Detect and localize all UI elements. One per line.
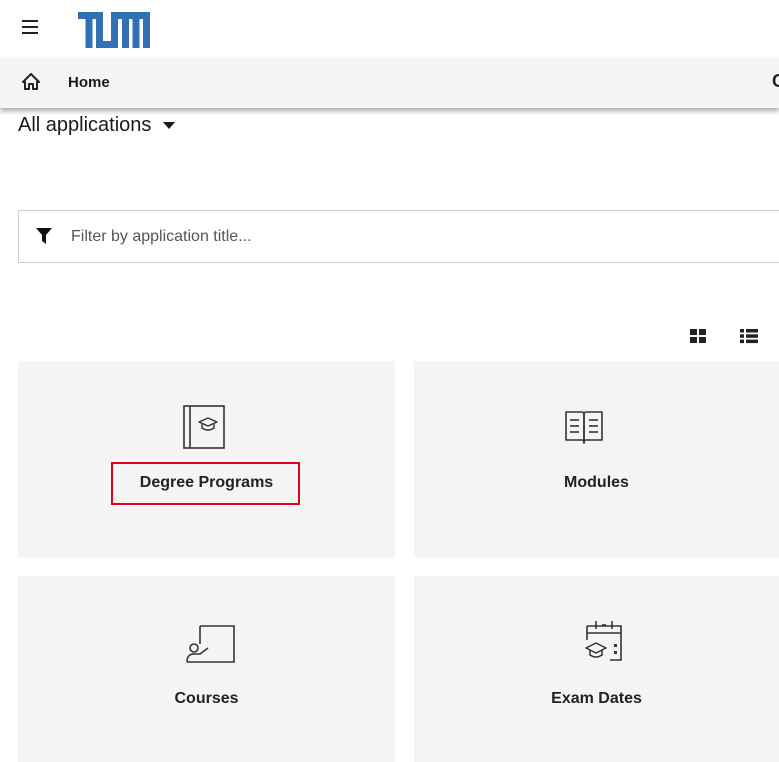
tile-exam-dates[interactable]: Exam Dates — [414, 576, 779, 762]
filter-icon — [36, 228, 52, 244]
navigation-bar: Home C — [0, 58, 779, 108]
tile-label: Exam Dates — [551, 690, 642, 707]
hamburger-menu-icon[interactable] — [22, 20, 38, 34]
tum-logo[interactable] — [78, 12, 150, 48]
home-link[interactable]: Home — [68, 74, 110, 91]
caret-down-icon — [163, 122, 176, 129]
tile-label: Modules — [564, 474, 629, 491]
tile-label: Degree Programs — [139, 474, 274, 491]
teacher-board-icon — [186, 625, 235, 663]
book-graduation-cap-icon — [183, 405, 225, 449]
tile-degree-programs[interactable]: Degree Programs — [18, 361, 395, 557]
open-book-icon — [565, 411, 603, 444]
search-icon[interactable]: C — [772, 71, 779, 92]
filter-box — [18, 210, 779, 263]
tile-modules[interactable]: Modules — [414, 361, 779, 557]
calendar-graduation-cap-icon — [585, 621, 622, 661]
applications-dropdown-label: All applications — [18, 114, 152, 136]
list-view-icon[interactable] — [740, 328, 758, 344]
filter-input[interactable] — [71, 219, 751, 255]
grid-view-icon[interactable] — [690, 328, 706, 344]
tile-courses[interactable]: Courses — [18, 576, 395, 762]
top-bar — [0, 0, 779, 58]
applications-dropdown[interactable]: All applications — [18, 114, 176, 137]
tile-label: Courses — [174, 690, 239, 707]
home-icon[interactable] — [22, 73, 40, 91]
